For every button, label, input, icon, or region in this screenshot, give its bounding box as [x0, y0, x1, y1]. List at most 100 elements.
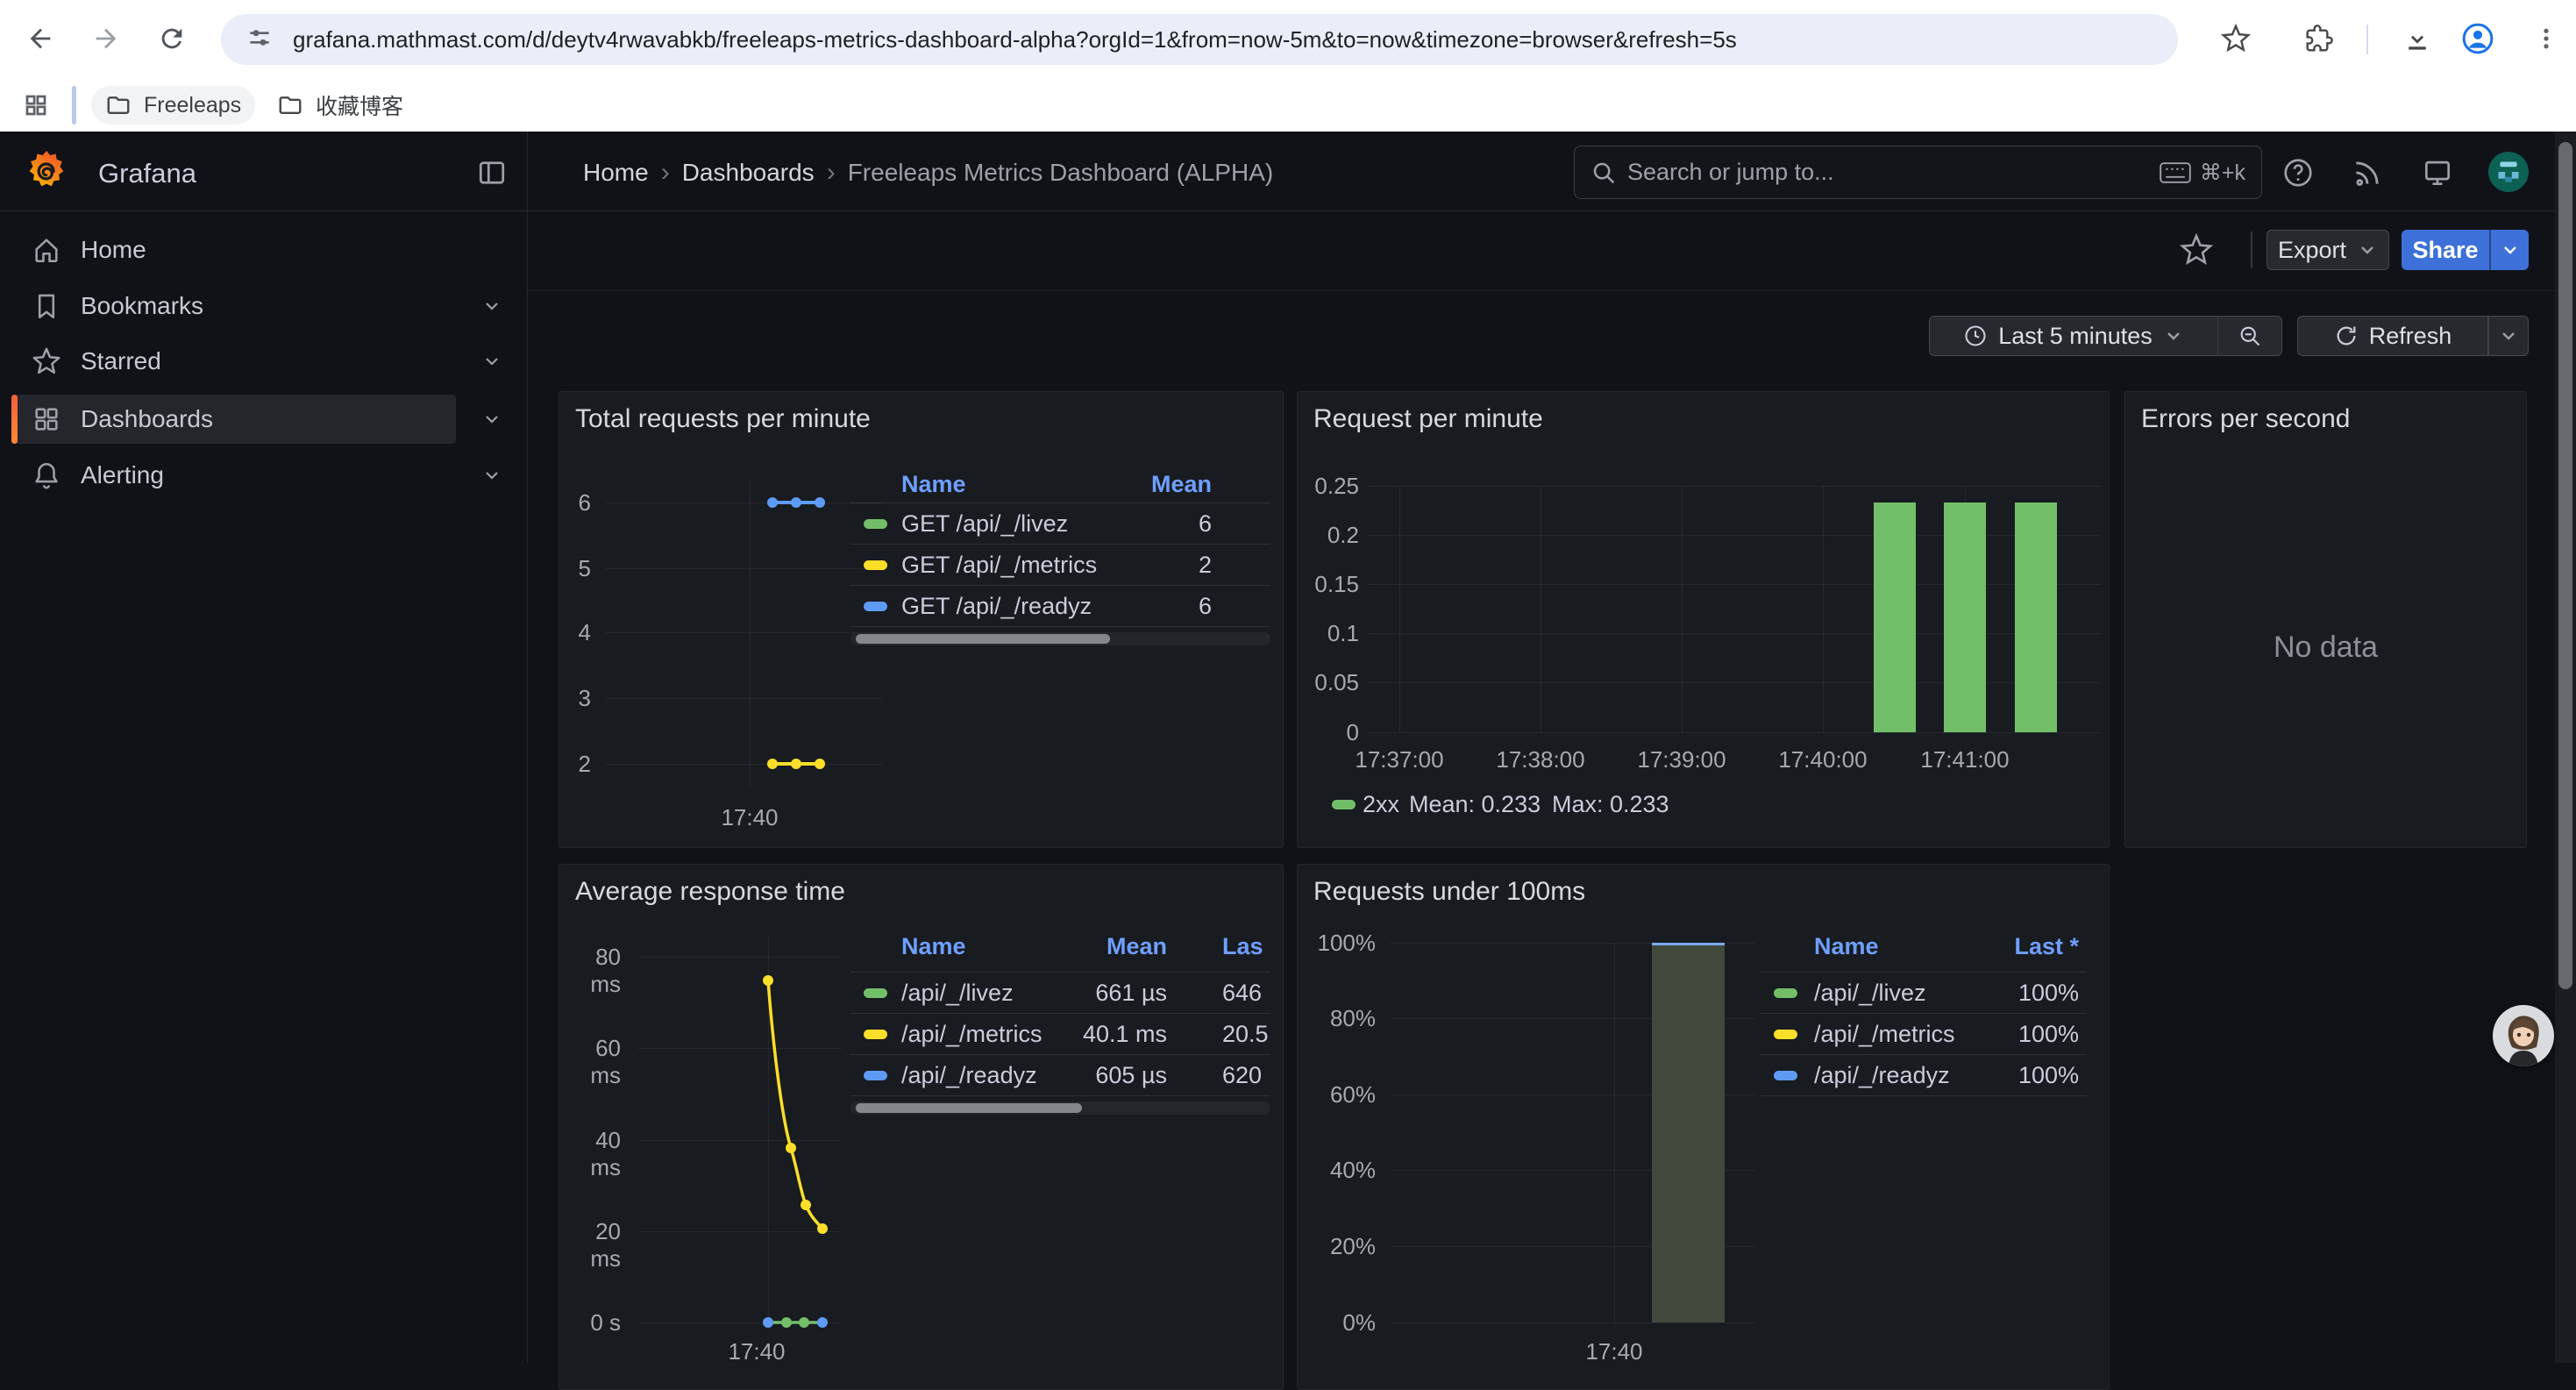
breadcrumb-home[interactable]: Home — [583, 159, 649, 187]
y-axis-tick: 100% — [1298, 930, 1376, 957]
gridline-v — [1614, 943, 1615, 1327]
chevron-down-icon[interactable] — [474, 395, 509, 444]
legend-value: 646 — [1222, 980, 1262, 1007]
panel-title[interactable]: Errors per second — [2141, 404, 2350, 434]
sidebar-item-starred[interactable]: Starred — [11, 337, 456, 386]
zoom-out-button[interactable] — [2217, 316, 2282, 356]
gridline-h — [638, 1231, 842, 1232]
panel-title[interactable]: Request per minute — [1313, 404, 1543, 434]
legend-separator — [850, 1054, 1270, 1055]
browser-toolbar: grafana.mathmast.com/d/deytv4rwavabkb/fr… — [0, 0, 2576, 79]
data-point — [817, 1317, 828, 1328]
user-avatar[interactable] — [2488, 152, 2529, 192]
sidebar-item-bookmarks[interactable]: Bookmarks — [11, 282, 456, 331]
chevron-down-icon — [2357, 239, 2378, 260]
browser-profile-icon[interactable] — [2455, 16, 2501, 61]
y-axis-tick: 0.1 — [1298, 620, 1359, 647]
legend-value: 6 — [850, 510, 1212, 538]
chevron-down-icon — [2163, 325, 2184, 346]
bookmark-folder-freeleaps[interactable]: Freeleaps — [91, 86, 255, 125]
data-point — [817, 1223, 828, 1234]
gridline-v — [1399, 486, 1400, 732]
gridline-h — [638, 1140, 842, 1141]
bookmark-folder-blogs[interactable]: 收藏博客 — [263, 86, 417, 125]
canvas-divider — [527, 290, 2576, 291]
legend-scrollbar[interactable] — [850, 1101, 1270, 1115]
search-input[interactable]: Search or jump to... ⌘+k — [1574, 146, 2262, 199]
panel-request-per-minute: Request per minute 0.250.20.150.10.05017… — [1297, 391, 2110, 848]
bookmarks-bar: Freeleaps 收藏博客 — [0, 79, 2576, 132]
legend-series-name[interactable]: 2xx — [1363, 791, 1399, 818]
legend-value: 40.1 ms — [850, 1021, 1167, 1048]
browser-reload-button[interactable] — [149, 16, 195, 61]
apps-grid-icon[interactable] — [13, 82, 59, 128]
gridline-v — [1682, 486, 1683, 732]
legend-max: Max: 0.233 — [1552, 791, 1669, 818]
panel-title[interactable]: Requests under 100ms — [1313, 877, 1585, 907]
legend-header-Last *[interactable]: Last * — [1761, 933, 2079, 960]
gridline-h — [606, 568, 882, 569]
export-button[interactable]: Export — [2266, 230, 2389, 270]
kiosk-monitor-icon[interactable] — [2421, 156, 2454, 189]
refresh-interval-button[interactable] — [2488, 316, 2529, 356]
time-range-picker[interactable]: Last 5 minutes — [1929, 316, 2218, 356]
url-text[interactable]: grafana.mathmast.com/d/deytv4rwavabkb/fr… — [293, 26, 1737, 53]
site-settings-icon[interactable] — [246, 24, 274, 56]
chevron-down-icon[interactable] — [474, 451, 509, 500]
sidebar-item-dashboards[interactable]: Dashboards — [11, 395, 456, 444]
chevron-down-icon[interactable] — [474, 282, 509, 331]
gridline-h — [638, 1322, 842, 1323]
chevron-down-icon — [2498, 325, 2519, 346]
favorite-star-icon[interactable] — [2180, 233, 2213, 267]
x-axis-tick: 17:38:00 — [1488, 746, 1593, 773]
legend-value: 20.5 r — [1222, 1021, 1270, 1048]
x-axis-tick: 17:40 — [1570, 1338, 1658, 1365]
legend-separator — [850, 972, 1270, 973]
share-menu-button[interactable] — [2489, 230, 2529, 270]
legend-separator — [850, 626, 1270, 627]
sidebar-item-alerting[interactable]: Alerting — [11, 451, 456, 500]
news-rss-icon[interactable] — [2351, 156, 2384, 189]
address-bar[interactable]: grafana.mathmast.com/d/deytv4rwavabkb/fr… — [221, 14, 2178, 65]
panel-title[interactable]: Average response time — [575, 877, 845, 907]
y-axis-tick: 40% — [1298, 1157, 1376, 1184]
gridline-v — [1823, 486, 1824, 732]
legend-scrollbar-thumb[interactable] — [856, 1103, 1082, 1113]
assistant-avatar-button[interactable] — [2493, 1005, 2554, 1066]
sidebar-item-label: Dashboards — [81, 405, 213, 433]
data-point — [815, 497, 825, 508]
no-data-message: No data — [2125, 631, 2526, 665]
help-icon[interactable] — [2281, 156, 2315, 189]
legend-scrollbar[interactable] — [850, 632, 1270, 645]
y-axis-tick: 20 ms — [559, 1218, 621, 1272]
legend-header-Las[interactable]: Las — [1222, 933, 1263, 960]
gridline-v — [750, 480, 751, 787]
star-icon — [32, 346, 61, 376]
sidebar-item-label: Bookmarks — [81, 292, 203, 320]
refresh-button[interactable]: Refresh — [2297, 316, 2488, 356]
legend-scrollbar-thumb[interactable] — [856, 634, 1110, 644]
share-button[interactable]: Share — [2402, 230, 2489, 270]
data-point — [801, 1200, 811, 1210]
browser-back-button[interactable] — [18, 16, 63, 61]
panel-title[interactable]: Total requests per minute — [575, 404, 871, 434]
sidebar-item-home[interactable]: Home — [11, 225, 456, 274]
downloads-icon[interactable] — [2395, 16, 2440, 61]
bookmark-star-icon[interactable] — [2213, 16, 2259, 61]
chevron-down-icon[interactable] — [474, 337, 509, 386]
search-placeholder: Search or jump to... — [1627, 159, 2160, 186]
legend-header-Mean[interactable]: Mean — [850, 471, 1212, 498]
extensions-icon[interactable] — [2296, 16, 2342, 61]
bell-icon — [32, 460, 61, 490]
browser-menu-icon[interactable] — [2523, 16, 2569, 61]
legend-header-Mean[interactable]: Mean — [850, 933, 1167, 960]
active-indicator — [11, 395, 18, 444]
gridline-h — [638, 957, 842, 958]
breadcrumb-dashboards[interactable]: Dashboards — [682, 159, 815, 187]
gridline-h — [638, 1048, 842, 1049]
browser-forward-button[interactable] — [83, 16, 129, 61]
breadcrumb-current: Freeleaps Metrics Dashboard (ALPHA) — [848, 159, 1274, 187]
page-scrollbar-thumb[interactable] — [2558, 142, 2572, 989]
gridline-h — [1369, 486, 2101, 487]
gridline-h — [606, 764, 882, 765]
